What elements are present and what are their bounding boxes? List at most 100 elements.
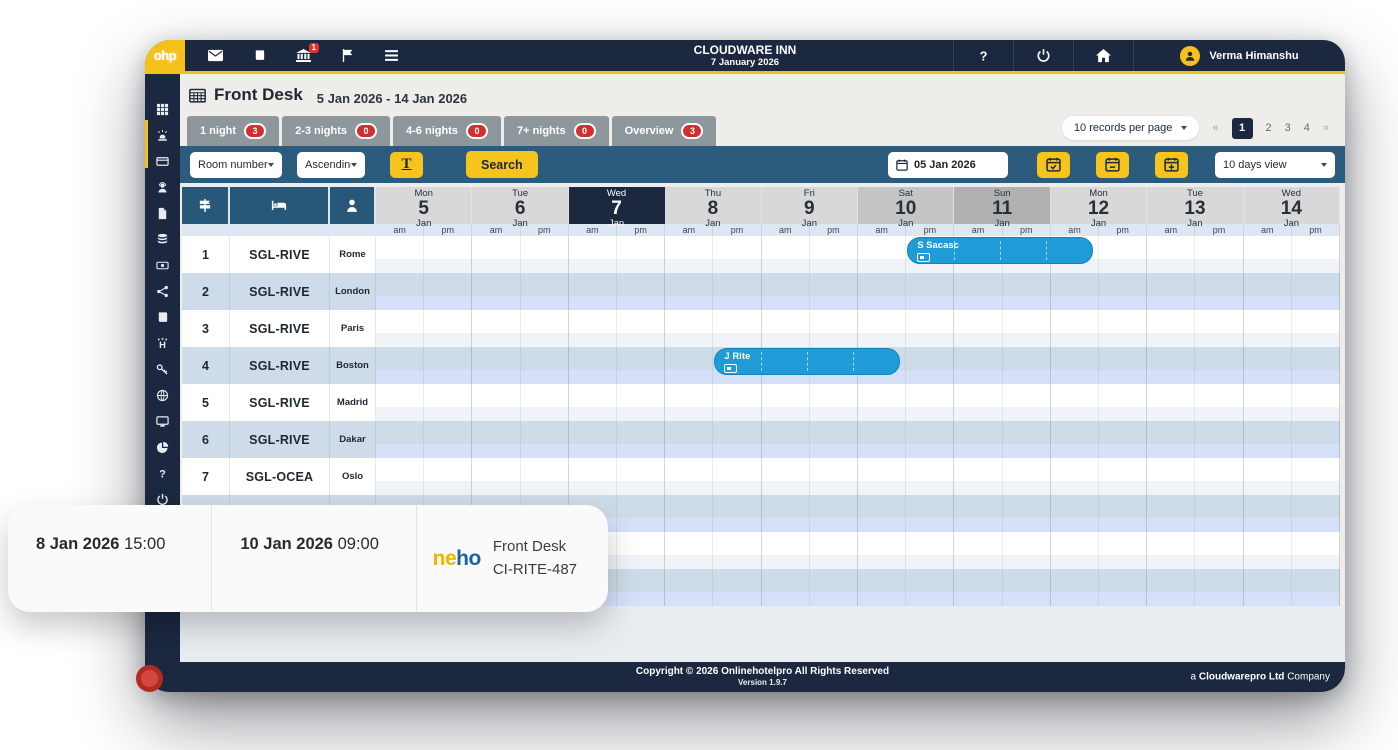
grid-cell[interactable] — [665, 236, 714, 274]
grid-cell[interactable] — [1099, 236, 1148, 274]
grid-cell[interactable] — [665, 532, 714, 570]
grid-cell[interactable] — [906, 495, 955, 533]
grid-cell[interactable] — [424, 236, 473, 274]
grid-cell[interactable] — [1003, 569, 1051, 607]
grid-cell[interactable] — [1003, 384, 1051, 422]
grid-cell[interactable] — [810, 458, 859, 496]
tab-2-3-nights[interactable]: 2-3 nights 0 — [282, 115, 391, 147]
grid-cell[interactable] — [1003, 458, 1051, 496]
grid-cell[interactable] — [1147, 273, 1196, 311]
grid-cell[interactable] — [665, 569, 714, 607]
grid-cell[interactable] — [665, 421, 714, 459]
sidebar-item-monitor[interactable] — [145, 408, 180, 434]
grid-cell[interactable] — [713, 532, 762, 570]
grid-cell[interactable] — [1099, 458, 1148, 496]
grid-cell[interactable] — [954, 458, 1003, 496]
sidebar-item-grid[interactable] — [145, 96, 180, 122]
grid-cell[interactable] — [1147, 236, 1196, 274]
grid-cell[interactable] — [906, 384, 955, 422]
page-current[interactable]: 1 — [1231, 117, 1253, 139]
grid-cell[interactable] — [906, 458, 955, 496]
grid-cell[interactable] — [1292, 569, 1341, 607]
grid-cell[interactable] — [569, 273, 618, 311]
grid-cell[interactable] — [1292, 273, 1341, 311]
grid-cell[interactable] — [810, 273, 859, 311]
sidebar-item-pie-chart[interactable] — [145, 434, 180, 460]
grid-cell[interactable] — [472, 458, 521, 496]
grid-cell[interactable] — [1244, 347, 1292, 385]
grid-cell[interactable] — [617, 273, 666, 311]
tab-1-night[interactable]: 1 night 3 — [187, 115, 280, 147]
grid-cell[interactable] — [376, 458, 425, 496]
grid-cell[interactable] — [1292, 495, 1341, 533]
grid-cell[interactable] — [569, 236, 618, 274]
grid-cell[interactable] — [762, 236, 810, 274]
book-icon[interactable] — [251, 48, 268, 63]
grid-cell[interactable] — [810, 569, 859, 607]
reservation-bar[interactable]: S Sacasc — [907, 237, 1093, 265]
grid-cell[interactable] — [376, 273, 425, 311]
grid-cell[interactable] — [569, 310, 618, 348]
sort-order-select[interactable]: Ascending — [297, 151, 365, 178]
page-link[interactable]: 3 — [1285, 122, 1291, 134]
grid-cell[interactable] — [1099, 569, 1148, 607]
page-link[interactable]: » — [1323, 122, 1329, 134]
user-menu[interactable]: Verma Himanshu — [1133, 40, 1345, 71]
grid-cell[interactable] — [1003, 495, 1051, 533]
grid-cell[interactable] — [617, 458, 666, 496]
grid-cell[interactable] — [569, 347, 618, 385]
grid-cell[interactable] — [858, 310, 907, 348]
grid-cell[interactable] — [1099, 347, 1148, 385]
grid-cell[interactable] — [1244, 569, 1292, 607]
grid-cell[interactable] — [713, 384, 762, 422]
grid-cell[interactable] — [1292, 532, 1341, 570]
grid-cell[interactable] — [906, 421, 955, 459]
grid-cell[interactable] — [1147, 347, 1196, 385]
grid-cell[interactable] — [713, 273, 762, 311]
grid-cell[interactable] — [1292, 421, 1341, 459]
question-button[interactable]: ? — [953, 40, 1013, 71]
grid-cell[interactable] — [858, 421, 907, 459]
grid-cell[interactable] — [521, 236, 569, 274]
grid-cell[interactable] — [1003, 310, 1051, 348]
sidebar-item-globe[interactable] — [145, 382, 180, 408]
grid-cell[interactable] — [713, 421, 762, 459]
sidebar-item-cash[interactable] — [145, 252, 180, 278]
grid-cell[interactable] — [569, 384, 618, 422]
grid-cell[interactable] — [472, 236, 521, 274]
grid-cell[interactable] — [617, 384, 666, 422]
page-link[interactable]: « — [1212, 122, 1218, 134]
grid-cell[interactable] — [1051, 495, 1100, 533]
grid-cell[interactable] — [472, 384, 521, 422]
grid-cell[interactable] — [1003, 347, 1051, 385]
grid-cell[interactable] — [1147, 421, 1196, 459]
sidebar-item-book[interactable] — [145, 304, 180, 330]
start-date-input[interactable]: 05 Jan 2026 — [888, 151, 1008, 178]
grid-cell[interactable] — [569, 458, 618, 496]
grid-cell[interactable] — [521, 273, 569, 311]
text-format-button[interactable]: T — [390, 151, 423, 178]
grid-cell[interactable] — [1051, 273, 1100, 311]
grid-cell[interactable] — [954, 495, 1003, 533]
grid-cell[interactable] — [906, 532, 955, 570]
grid-cell[interactable] — [617, 532, 666, 570]
grid-cell[interactable] — [1051, 421, 1100, 459]
menu-icon[interactable] — [383, 48, 400, 63]
grid-cell[interactable] — [1195, 458, 1244, 496]
grid-cell[interactable] — [1195, 347, 1244, 385]
reservation-bar[interactable]: J Rite — [714, 348, 901, 376]
grid-cell[interactable] — [472, 310, 521, 348]
sidebar-item-hotel[interactable]: H — [145, 330, 180, 356]
power-button[interactable] — [1013, 40, 1073, 71]
sort-field-select[interactable]: Room number — [190, 151, 282, 178]
grid-cell[interactable] — [1292, 384, 1341, 422]
grid-cell[interactable] — [906, 347, 955, 385]
grid-cell[interactable] — [1195, 532, 1244, 570]
grid-cell[interactable] — [1195, 310, 1244, 348]
grid-cell[interactable] — [376, 421, 425, 459]
grid-cell[interactable] — [1099, 532, 1148, 570]
grid-cell[interactable] — [1195, 421, 1244, 459]
grid-cell[interactable] — [713, 236, 762, 274]
grid-cell[interactable] — [954, 273, 1003, 311]
grid-cell[interactable] — [617, 310, 666, 348]
